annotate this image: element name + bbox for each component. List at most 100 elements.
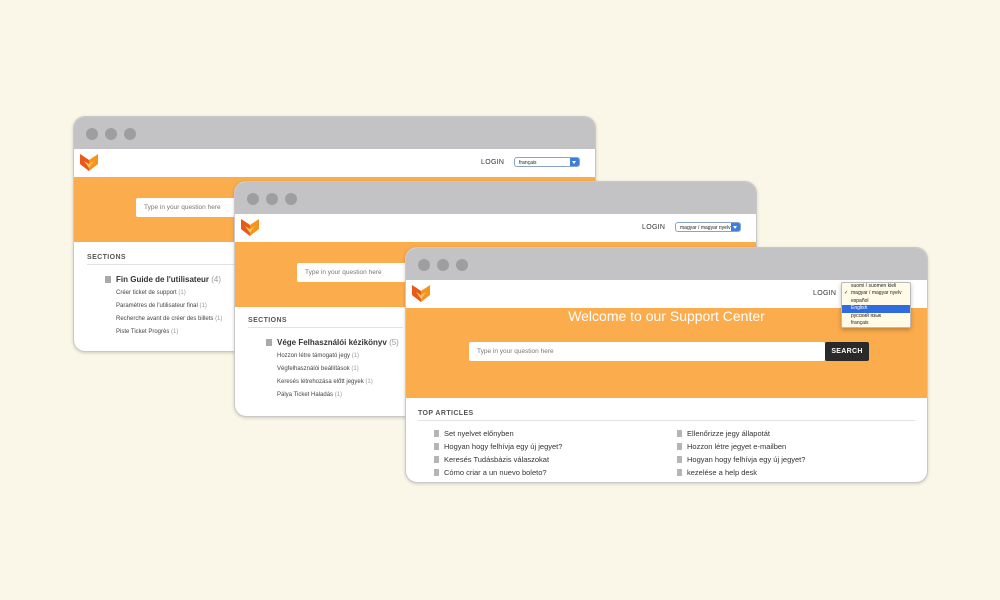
divider bbox=[248, 327, 403, 328]
checkmark-icon: ✓ bbox=[844, 290, 849, 297]
article-link[interactable]: Ellenőrizze jegy állapotát bbox=[677, 429, 770, 438]
sections-heading: SECTIONS bbox=[248, 317, 287, 324]
document-icon bbox=[434, 430, 439, 437]
language-select-value: français bbox=[519, 160, 537, 166]
folder-count: (5) bbox=[389, 338, 399, 347]
language-option-label: magyar / magyar nyelv bbox=[851, 290, 902, 297]
section-item[interactable]: Paramètres de l'utilisateur final (1) bbox=[116, 303, 207, 309]
language-option[interactable]: English bbox=[842, 305, 910, 313]
article-link[interactable]: kezelése a help desk bbox=[677, 468, 757, 477]
language-option[interactable]: français bbox=[842, 320, 910, 327]
language-option-label: français bbox=[851, 319, 869, 326]
language-option[interactable]: suomi / suomen kieli bbox=[842, 283, 910, 290]
search-input[interactable]: Type in your question here bbox=[136, 198, 236, 217]
language-option[interactable]: español bbox=[842, 298, 910, 305]
section-item[interactable]: Piste Ticket Progrès (1) bbox=[116, 329, 178, 335]
folder-label: Fin Guide de l'utilisateur bbox=[116, 275, 210, 284]
article-link[interactable]: Hogyan hogy felhívja egy új jegyet? bbox=[677, 455, 805, 464]
book-icon bbox=[266, 339, 272, 346]
window-close-dot[interactable] bbox=[418, 259, 430, 271]
article-link[interactable]: Cómo criar a un nuevo boleto? bbox=[434, 468, 547, 477]
sections-heading: SECTIONS bbox=[87, 254, 126, 261]
window-maximize-dot[interactable] bbox=[285, 193, 297, 205]
article-title: Set nyelvet előnyben bbox=[444, 429, 514, 438]
window-close-dot[interactable] bbox=[86, 128, 98, 140]
window-minimize-dot[interactable] bbox=[105, 128, 117, 140]
language-option-label: español bbox=[851, 297, 869, 304]
language-option-label: русский язык bbox=[851, 312, 882, 319]
item-label: Créer ticket de support bbox=[116, 290, 177, 296]
language-select[interactable]: magyar / magyar nyelv bbox=[675, 222, 741, 232]
article-title: Hozzon létre jegyet e-mailben bbox=[687, 442, 787, 451]
search-placeholder: Type in your question here bbox=[477, 348, 554, 355]
section-item[interactable]: Créer ticket de support (1) bbox=[116, 290, 186, 296]
fox-logo-icon[interactable] bbox=[241, 217, 259, 237]
site-navbar: LOGIN magyar / magyar nyelv bbox=[235, 214, 756, 242]
divider bbox=[418, 420, 915, 421]
document-icon bbox=[677, 430, 682, 437]
item-label: Keresés létrehozása előtt jegyek bbox=[277, 379, 364, 385]
language-select[interactable]: français bbox=[514, 157, 580, 167]
section-item[interactable]: Recherche avant de créer des billets (1) bbox=[116, 316, 222, 322]
login-link[interactable]: LOGIN bbox=[813, 290, 836, 297]
document-icon bbox=[677, 456, 682, 463]
window-titlebar bbox=[235, 182, 756, 214]
document-icon bbox=[434, 443, 439, 450]
language-option-label: suomi / suomen kieli bbox=[851, 283, 897, 289]
article-link[interactable]: Set nyelvet előnyben bbox=[434, 429, 514, 438]
window-minimize-dot[interactable] bbox=[266, 193, 278, 205]
item-count: (1) bbox=[199, 303, 207, 309]
document-icon bbox=[677, 443, 682, 450]
language-select-value: magyar / magyar nyelv bbox=[680, 225, 731, 231]
top-articles-heading: TOP ARTICLES bbox=[418, 410, 474, 417]
article-link[interactable]: Keresés Tudásbázis válaszokat bbox=[434, 455, 549, 464]
article-title: Cómo criar a un nuevo boleto? bbox=[444, 468, 547, 477]
section-item[interactable]: Végfelhasználói beállítások (1) bbox=[277, 366, 359, 372]
window-titlebar bbox=[406, 248, 927, 280]
item-count: (1) bbox=[365, 379, 373, 385]
item-count: (1) bbox=[171, 329, 179, 335]
item-label: Piste Ticket Progrès bbox=[116, 329, 170, 335]
section-item[interactable]: Keresés létrehozása előtt jegyek (1) bbox=[277, 379, 373, 385]
search-input[interactable]: Type in your question here bbox=[469, 342, 825, 361]
section-item[interactable]: Pálya Ticket Haladás (1) bbox=[277, 392, 342, 398]
article-title: Ellenőrizze jegy állapotát bbox=[687, 429, 770, 438]
article-title: kezelése a help desk bbox=[687, 468, 758, 477]
document-icon bbox=[677, 469, 682, 476]
item-label: Recherche avant de créer des billets bbox=[116, 316, 214, 322]
window-minimize-dot[interactable] bbox=[437, 259, 449, 271]
language-option-label: English bbox=[851, 305, 868, 312]
section-folder[interactable]: Fin Guide de l'utilisateur (4) bbox=[105, 275, 221, 284]
window-close-dot[interactable] bbox=[247, 193, 259, 205]
book-icon bbox=[105, 276, 111, 283]
search-placeholder: Type in your question here bbox=[305, 269, 382, 276]
item-label: Pálya Ticket Haladás bbox=[277, 392, 334, 398]
section-item[interactable]: Hozzon létre támogató jegy (1) bbox=[277, 353, 359, 359]
article-title: Hogyan hogy felhívja egy új jegyet? bbox=[444, 442, 563, 451]
item-label: Paramètres de l'utilisateur final bbox=[116, 303, 198, 309]
login-link[interactable]: LOGIN bbox=[481, 159, 504, 166]
document-icon bbox=[434, 469, 439, 476]
folder-label: Vége Felhasználói kézikönyv bbox=[277, 338, 387, 347]
search-button[interactable]: SEARCH bbox=[825, 342, 869, 361]
fox-logo-icon[interactable] bbox=[80, 152, 98, 172]
item-count: (1) bbox=[351, 366, 359, 372]
article-link[interactable]: Hozzon létre jegyet e-mailben bbox=[677, 442, 786, 451]
article-link[interactable]: Hogyan hogy felhívja egy új jegyet? bbox=[434, 442, 562, 451]
document-icon bbox=[434, 456, 439, 463]
window-maximize-dot[interactable] bbox=[124, 128, 136, 140]
section-folder[interactable]: Vége Felhasználói kézikönyv (5) bbox=[266, 338, 399, 347]
language-dropdown-menu[interactable]: suomi / suomen kieli ✓ magyar / magyar nye… bbox=[841, 282, 911, 329]
window-maximize-dot[interactable] bbox=[456, 259, 468, 271]
login-link[interactable]: LOGIN bbox=[642, 224, 665, 231]
item-label: Végfelhasználói beállítások bbox=[277, 366, 350, 372]
window-titlebar bbox=[74, 117, 595, 149]
language-option[interactable]: русский язык bbox=[842, 313, 910, 320]
item-count: (1) bbox=[215, 316, 223, 322]
fox-logo-icon[interactable] bbox=[412, 283, 430, 303]
search-placeholder: Type in your question here bbox=[144, 204, 221, 211]
divider bbox=[87, 264, 237, 265]
item-count: (1) bbox=[178, 290, 186, 296]
chevron-down-icon bbox=[570, 158, 579, 166]
language-option[interactable]: ✓ magyar / magyar nyelv bbox=[842, 290, 910, 297]
